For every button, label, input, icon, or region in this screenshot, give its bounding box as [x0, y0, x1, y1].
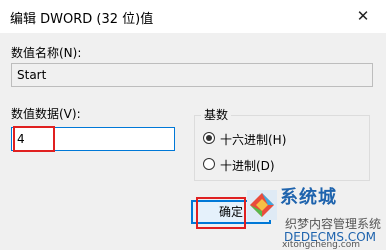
decimal-radio[interactable] [203, 158, 215, 170]
hex-radio[interactable] [203, 132, 215, 144]
value-data-label: 数值数据(V): [11, 107, 81, 121]
title-bar: 编辑 DWORD (32 位)值 ✕ [0, 0, 386, 33]
close-icon[interactable]: ✕ [351, 6, 375, 26]
window-title: 编辑 DWORD (32 位)值 [10, 12, 154, 27]
hex-radio-label[interactable]: 十六进制(H) [220, 131, 286, 148]
base-group-label: 基数 [201, 106, 232, 123]
ok-highlight-box [196, 197, 246, 229]
value-name-field[interactable]: Start [11, 63, 373, 87]
selected-dot-icon [206, 135, 212, 141]
value-name-label: 数值名称(N): [11, 46, 82, 60]
watermark-logo-icon [247, 190, 277, 220]
watermark-brand: 系统城 [280, 187, 337, 208]
decimal-radio-label[interactable]: 十进制(D) [220, 157, 275, 174]
value-name-text: Start [17, 68, 47, 82]
watermark-domain: xitongcheng.com [282, 240, 360, 250]
value-highlight-box [13, 126, 55, 152]
